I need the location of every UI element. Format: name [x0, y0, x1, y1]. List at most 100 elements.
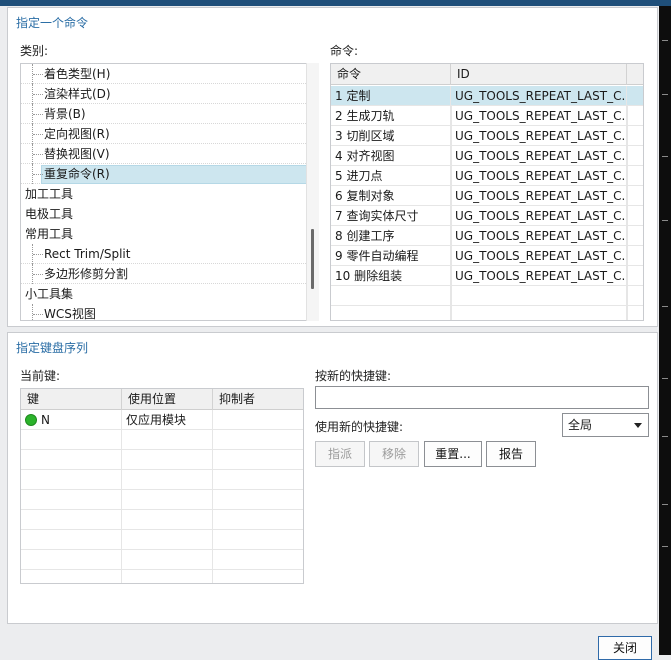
key-cell: [21, 490, 122, 510]
table-row[interactable]: 9 零件自动编程 UG_TOOLS_REPEAT_LAST_C...: [331, 246, 643, 266]
key-panel-title: 指定键盘序列: [16, 341, 89, 355]
suppressor-cell: [213, 530, 303, 550]
table-row[interactable]: 7 查询实体尺寸 UG_TOOLS_REPEAT_LAST_C...: [331, 206, 643, 226]
table-row[interactable]: [21, 550, 303, 570]
command-id-cell: UG_TOOLS_REPEAT_LAST_C...: [451, 106, 627, 126]
suppressor-cell: [213, 570, 303, 583]
key-table-header: 键 使用位置 抑制者: [21, 389, 303, 410]
location-cell: [122, 470, 213, 490]
current-key-label: 当前键:: [20, 369, 61, 383]
command-name-cell: 8 创建工序: [331, 226, 451, 246]
command-name-cell: 6 复制对象: [331, 186, 451, 206]
table-row[interactable]: [21, 570, 303, 583]
tree-item[interactable]: 小工具集: [21, 284, 306, 304]
column-header-command[interactable]: 命令: [331, 64, 451, 85]
table-row[interactable]: 1 定制 UG_TOOLS_REPEAT_LAST_C...: [331, 86, 643, 106]
tree-item[interactable]: Rect Trim/Split: [21, 244, 306, 264]
tree-item[interactable]: 常用工具: [21, 224, 306, 244]
table-row[interactable]: 10 删除组装 UG_TOOLS_REPEAT_LAST_C...: [331, 266, 643, 286]
suppressor-cell: [213, 430, 303, 450]
command-id-cell: UG_TOOLS_REPEAT_LAST_C...: [451, 246, 627, 266]
table-row[interactable]: 5 进刀点 UG_TOOLS_REPEAT_LAST_C...: [331, 166, 643, 186]
category-label: 类别:: [20, 44, 49, 58]
tree-item-label: 重复命令(R): [44, 167, 110, 181]
close-button[interactable]: 关闭: [598, 636, 652, 660]
table-row[interactable]: [331, 306, 643, 320]
location-cell: 仅应用模块: [122, 410, 213, 430]
tree-item-label: 渲染样式(D): [44, 87, 111, 101]
scrollbar-thumb[interactable]: [311, 229, 314, 289]
table-row[interactable]: [21, 470, 303, 490]
tree-item[interactable]: 多边形修剪分割: [21, 264, 306, 284]
suppressor-cell: [213, 450, 303, 470]
tree-item[interactable]: 着色类型(H): [21, 64, 306, 84]
suppressor-cell: [213, 550, 303, 570]
table-row[interactable]: 3 切削区域 UG_TOOLS_REPEAT_LAST_C...: [331, 126, 643, 146]
command-id-cell: UG_TOOLS_REPEAT_LAST_C...: [451, 186, 627, 206]
remove-button[interactable]: 移除: [369, 441, 419, 467]
location-cell: [122, 490, 213, 510]
tree-guide-line: [33, 274, 43, 275]
command-id-cell: [451, 306, 627, 320]
report-button[interactable]: 报告: [486, 441, 536, 467]
command-id-cell: UG_TOOLS_REPEAT_LAST_C...: [451, 226, 627, 246]
command-name-cell: 1 定制: [331, 86, 451, 106]
table-row[interactable]: 4 对齐视图 UG_TOOLS_REPEAT_LAST_C...: [331, 146, 643, 166]
tree-guide-line: [33, 114, 43, 115]
tree-item[interactable]: 加工工具: [21, 184, 306, 204]
location-cell: [122, 510, 213, 530]
tree-item-label: Rect Trim/Split: [44, 247, 131, 261]
tree-item-label: 替换视图(V): [44, 147, 110, 161]
assign-button[interactable]: 指派: [315, 441, 365, 467]
tree-guide-line: [33, 174, 43, 175]
command-name-cell: 10 删除组装: [331, 266, 451, 286]
table-row[interactable]: [21, 510, 303, 530]
tree-item[interactable]: 重复命令(R): [21, 164, 318, 184]
command-label: 命令:: [330, 44, 359, 58]
tree-item[interactable]: 替换视图(V): [21, 144, 306, 164]
table-row[interactable]: 2 生成刀轨 UG_TOOLS_REPEAT_LAST_C...: [331, 106, 643, 126]
tree-item[interactable]: 定向视图(R): [21, 124, 306, 144]
command-name-cell: [331, 306, 451, 320]
column-header-key[interactable]: 键: [21, 389, 122, 410]
scope-value: 全局: [568, 418, 593, 432]
category-tree[interactable]: 着色类型(H) 渲染样式(D) 背景(B) 定向视图(R) 替换视图(V) 重复命令(R)…: [20, 63, 319, 321]
new-shortcut-input[interactable]: [315, 386, 649, 409]
table-row[interactable]: [21, 430, 303, 450]
category-tree-scrollbar[interactable]: [306, 63, 319, 321]
table-row[interactable]: [21, 450, 303, 470]
table-row[interactable]: 6 复制对象 UG_TOOLS_REPEAT_LAST_C...: [331, 186, 643, 206]
key-cell: N: [21, 410, 122, 430]
tree-item-label: 电极工具: [25, 207, 74, 221]
scope-dropdown[interactable]: 全局: [562, 413, 649, 437]
suppressor-cell: [213, 510, 303, 530]
chevron-down-icon: [634, 423, 642, 428]
key-cell: [21, 450, 122, 470]
tree-item[interactable]: 背景(B): [21, 104, 306, 124]
table-row[interactable]: [331, 286, 643, 306]
column-header-suppressor[interactable]: 抑制者: [213, 389, 303, 410]
key-cell: [21, 430, 122, 450]
table-row[interactable]: 8 创建工序 UG_TOOLS_REPEAT_LAST_C...: [331, 226, 643, 246]
command-table[interactable]: 命令 ID 1 定制 UG_TOOLS_REPEAT_LAST_C... 2 生成刀…: [330, 63, 644, 321]
tree-item[interactable]: WCS视图: [21, 304, 306, 321]
reset-button[interactable]: 重置...: [424, 441, 482, 467]
table-row[interactable]: [21, 490, 303, 510]
tree-item-label: 小工具集: [25, 287, 74, 301]
column-header-id[interactable]: ID: [451, 64, 627, 85]
tree-item-label: WCS视图: [44, 307, 96, 321]
command-id-cell: UG_TOOLS_REPEAT_LAST_C...: [451, 86, 627, 106]
suppressor-cell: [213, 490, 303, 510]
column-header-location[interactable]: 使用位置: [122, 389, 213, 410]
tree-item[interactable]: 渲染样式(D): [21, 84, 306, 104]
tree-item[interactable]: 电极工具: [21, 204, 306, 224]
current-key-table[interactable]: 键 使用位置 抑制者 N 仅应用模块: [20, 388, 304, 584]
window-top-bar: [0, 0, 671, 6]
table-row[interactable]: [21, 530, 303, 550]
table-row[interactable]: N 仅应用模块: [21, 410, 303, 430]
key-cell: [21, 530, 122, 550]
location-cell: [122, 450, 213, 470]
tree-item-label: 常用工具: [25, 227, 74, 241]
use-new-key-label: 使用新的快捷键:: [315, 420, 404, 434]
command-id-cell: UG_TOOLS_REPEAT_LAST_C...: [451, 206, 627, 226]
